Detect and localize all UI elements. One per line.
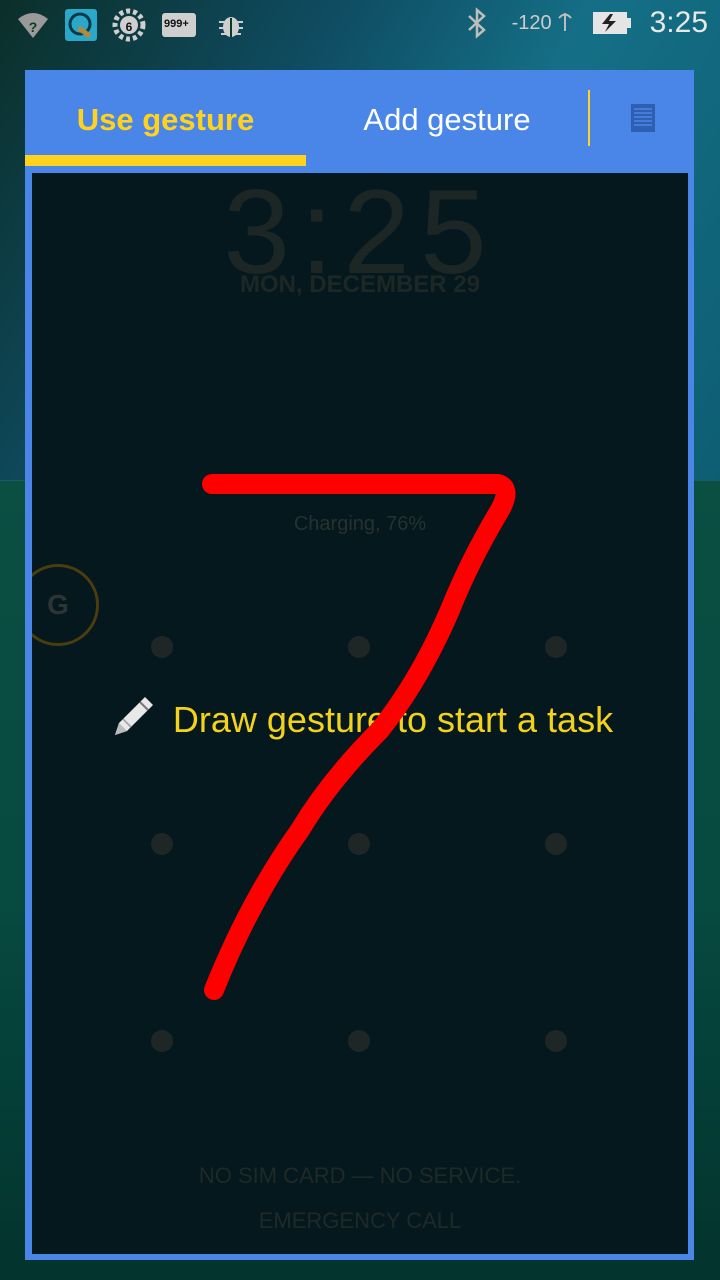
pattern-dot [348, 833, 370, 855]
gesture-list-button[interactable] [615, 90, 671, 146]
list-icon [631, 104, 655, 132]
status-time: 3:25 [649, 6, 708, 39]
storage-badge-count: 999+ [164, 18, 189, 30]
pattern-dot [348, 1030, 370, 1052]
svg-text:?: ? [29, 19, 38, 35]
settings-badge-count: 6 [125, 20, 133, 34]
signal-icon [556, 9, 574, 38]
charging-status: Charging, 76% [293, 513, 427, 535]
settings-badge-icon: 6 [112, 8, 146, 42]
pattern-dot [151, 1030, 173, 1052]
app-icon [64, 8, 98, 42]
avatar-letter: G [47, 589, 69, 620]
pattern-dot [348, 636, 370, 658]
gesture-canvas[interactable]: 3:25 MON, DECEMBER 29 Charging, 76% G Dr… [32, 173, 688, 1254]
battery-icon [592, 6, 632, 40]
tab-add-gesture[interactable]: Add gesture [306, 70, 588, 170]
pattern-dot [151, 833, 173, 855]
pattern-dot [545, 636, 567, 658]
gesture-panel: Use gesture Add gesture 3:25 MON, DECEMB… [25, 70, 694, 1260]
no-sim-text: NO SIM CARD — NO SERVICE. [198, 1163, 522, 1188]
signal-strength-text: -120 [512, 9, 574, 38]
avatar: G [32, 564, 99, 646]
tab-bar: Use gesture Add gesture [25, 70, 694, 170]
storage-icon: 999+ [160, 8, 200, 42]
pattern-dot [545, 1030, 567, 1052]
lockscreen-date: MON, DECEMBER 29 [239, 271, 481, 298]
tab-divider [588, 90, 590, 146]
bug-icon [214, 8, 248, 42]
status-bar: ? 6 999+ -120 3:25 [0, 0, 720, 52]
wifi-icon: ? [16, 8, 50, 42]
pattern-dot [545, 833, 567, 855]
bluetooth-icon [460, 6, 494, 40]
draw-hint: Draw gesture to start a task [32, 691, 688, 748]
pattern-dot [151, 636, 173, 658]
pencil-icon [107, 691, 159, 748]
emergency-call-button[interactable]: EMERGENCY CALL [32, 1208, 688, 1234]
hint-text: Draw gesture to start a task [172, 698, 614, 740]
tab-indicator [25, 155, 306, 166]
